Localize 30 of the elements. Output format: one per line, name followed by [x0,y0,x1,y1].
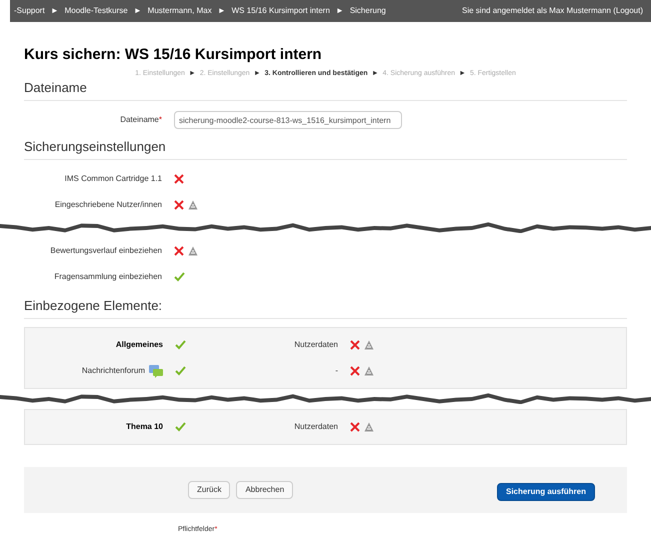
breadcrumb-link[interactable]: Sicherung [350,5,386,17]
section-heading: Sicherungseinstellungen [24,139,627,160]
userdata-label: - [335,366,338,375]
secondary-button[interactable]: Abbrechen [236,481,294,499]
breadcrumb-link[interactable]: WS 15/16 Kursimport intern [232,5,330,17]
page-title: Kurs sichern: WS 15/16 Kursimport intern [24,46,323,64]
breadcrumb-separator: ► [50,5,59,17]
breadcrumb-link[interactable]: Moodle-Testkurse [64,5,128,17]
breadcrumb-link[interactable]: Mustermann, Max [148,5,212,17]
element-label: Allgemeines [116,339,163,351]
element-label: Thema 10 [126,421,163,433]
breadcrumb-separator: ► [218,5,226,17]
userdata-label: Nutzerdaten [294,340,338,349]
breadcrumb-separator: ► [336,5,344,17]
primary-button[interactable]: Sicherung ausführen [496,483,595,501]
setting-label: Bewertungsverlauf einbeziehen [50,246,162,255]
section-heading: Dateiname [24,80,627,101]
section-heading: Einbezogene Elemente: [24,298,627,319]
userdata-label: Nutzerdaten [294,422,338,431]
login-info: Sie sind angemeldet als Max Mustermann (Logout) [462,5,644,17]
field-label: Dateiname* [120,115,162,124]
setting-label: Eingeschriebene Nutzer/innen [54,200,162,209]
filename-field[interactable]: sicherung-moodle2-course-813-ws_1516_kursimport_intern [174,111,402,129]
breadcrumb-link[interactable]: -Support [14,5,45,17]
element-label: Nachrichtenforum [82,365,145,377]
secondary-button[interactable]: Zurück [188,481,230,499]
setting-label: IMS Common Cartridge 1.1 [64,174,162,183]
breadcrumb-separator: ► [134,5,142,17]
forum-icon [149,364,163,378]
setting-label: Fragensammlung einbeziehen [54,272,162,281]
